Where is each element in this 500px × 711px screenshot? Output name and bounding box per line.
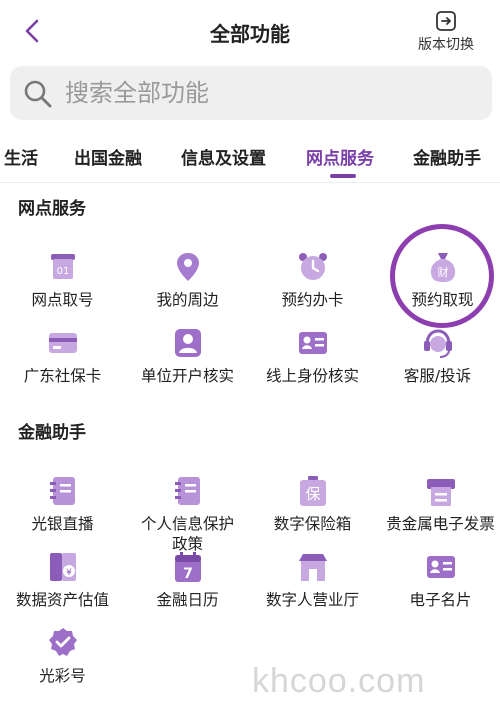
item-data-asset-valuation[interactable]: ¥ 数据资产估值 [0,550,125,610]
switch-icon [436,11,456,31]
notebook-icon [174,477,200,505]
item-live-broadcast[interactable]: 光银直播 [0,474,125,534]
item-branch-ticket[interactable]: 01 网点取号 [0,250,125,310]
item-label: 贵金属电子发票 [386,515,495,533]
divider [0,182,500,183]
item-label: 数字保险箱 [273,515,352,533]
item-precious-metal-invoice[interactable]: 贵金属电子发票 [378,474,500,534]
tab-info-settings[interactable]: 信息及设置 [181,144,266,169]
svg-text:01: 01 [56,266,69,277]
section-title-finance-assistant: 金融助手 [18,423,86,443]
search-bar[interactable]: 搜索全部功能 [10,66,492,120]
item-label: 数字人营业厅 [265,591,359,609]
header: 全部功能 版本切换 [0,0,500,62]
section-title-branch-services: 网点服务 [18,199,86,219]
item-label: 数据资产估值 [15,591,109,609]
headset-icon [423,329,452,358]
tab-finance-assistant[interactable]: 金融助手 [413,144,481,169]
item-cash-appointment[interactable]: 财 预约取现 [380,250,500,310]
search-icon [24,80,52,108]
svg-text:7: 7 [183,566,193,582]
version-switch-label: 版本切换 [418,37,474,53]
item-finance-calendar[interactable]: 7 金融日历 [125,550,250,610]
id-card-icon [298,332,327,354]
tab-life[interactable]: 生活 [4,144,38,169]
item-company-account-verify[interactable]: 单位开户核实 [125,326,250,386]
item-social-security-card[interactable]: 广东社保卡 [0,326,125,386]
svg-text:¥: ¥ [66,568,72,578]
item-business-card[interactable]: 电子名片 [378,550,500,610]
business-card-icon [426,556,455,578]
item-label: 光银直播 [31,515,94,533]
tab-branch-services[interactable]: 网点服务 [306,144,374,169]
watermark-text: khcoo.com [252,662,426,700]
category-tabs: 生活 出国金融 信息及设置 网点服务 金融助手 [0,136,500,182]
item-label: 金融日历 [156,591,219,609]
badge-check-icon [48,628,77,656]
storefront-icon [298,554,327,581]
item-online-id-verify[interactable]: 线上身份核实 [250,326,375,386]
location-pin-icon [176,253,199,281]
item-label: 广东社保卡 [23,367,102,385]
item-label: 光彩号 [39,667,86,685]
active-tab-indicator [330,174,356,178]
tab-overseas-finance[interactable]: 出国金融 [74,144,142,169]
item-label: 预约取现 [411,291,474,309]
item-label: 网点取号 [31,291,94,309]
search-input[interactable]: 搜索全部功能 [65,78,209,108]
item-label: 预约办卡 [281,291,344,309]
item-label: 个人信息保护政策 [140,515,234,553]
svg-text:财: 财 [437,265,448,279]
alarm-clock-icon [298,253,327,280]
calendar-icon: 7 [174,552,201,582]
item-card-appointment[interactable]: 预约办卡 [250,250,375,310]
item-label: 客服/投诉 [403,367,472,385]
item-label: 单位开户核实 [140,367,234,385]
item-digital-human-hall[interactable]: 数字人营业厅 [250,550,375,610]
item-privacy-policy[interactable]: 个人信息保护政策 [125,474,250,554]
ticket-icon: 01 [50,254,75,279]
item-nearby[interactable]: 我的周边 [125,250,250,310]
person-badge-icon [174,329,201,357]
money-bag-icon: 财 [430,253,455,282]
item-customer-service[interactable]: 客服/投诉 [375,326,500,386]
item-guangcai-number[interactable]: 光彩号 [0,626,125,686]
notebook-icon [49,477,75,505]
item-digital-safe[interactable]: 保 数字保险箱 [250,474,375,534]
back-arrow-icon[interactable] [18,16,48,46]
item-label: 线上身份核实 [265,367,359,385]
printer-icon [426,479,455,506]
card-icon [48,333,77,353]
item-label: 我的周边 [156,291,219,309]
svg-text:保: 保 [305,485,320,503]
asset-icon: ¥ [49,553,76,581]
safe-box-icon: 保 [299,476,326,506]
item-label: 电子名片 [409,591,472,609]
version-switch-button[interactable]: 版本切换 [406,10,486,56]
